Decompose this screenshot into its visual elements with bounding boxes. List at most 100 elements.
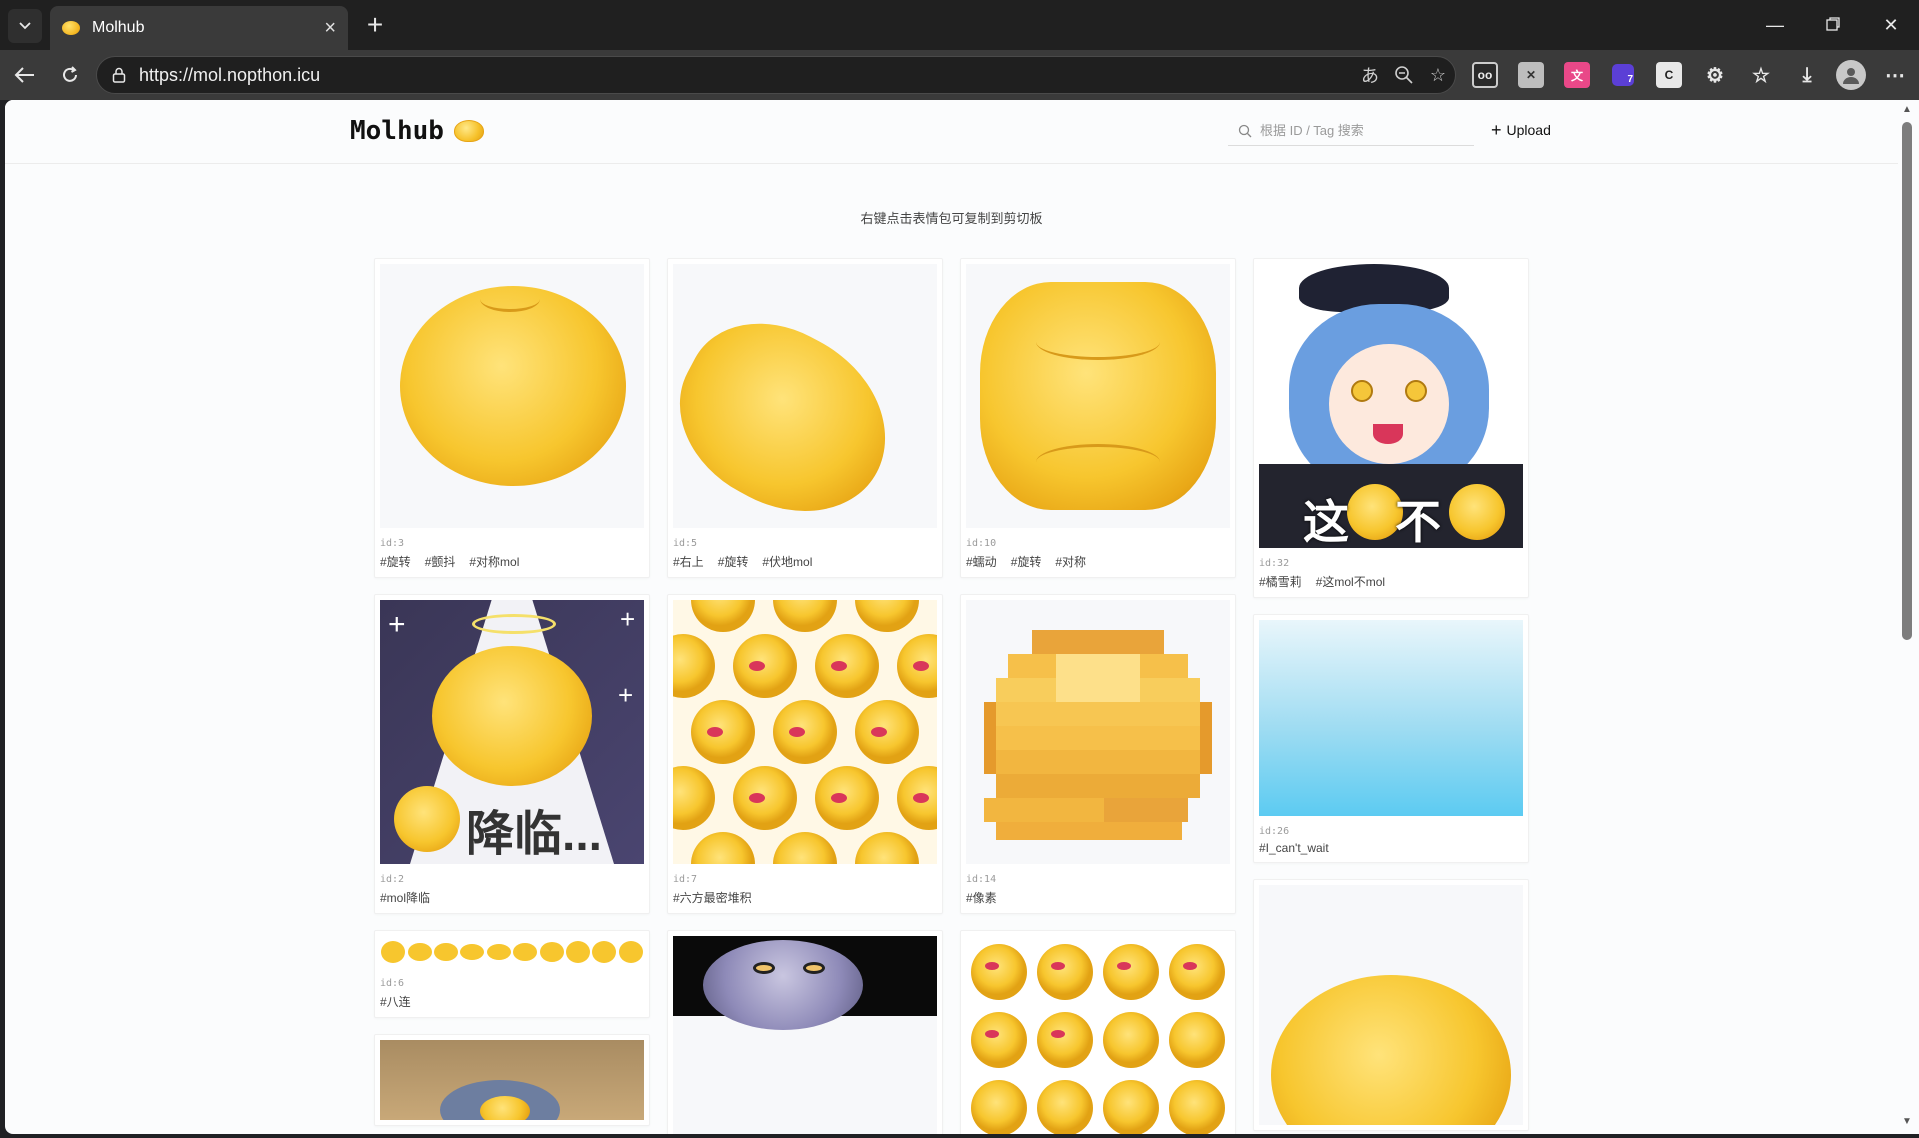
extension-translate-icon[interactable]: 文 (1564, 62, 1590, 88)
new-tab-button[interactable]: + (360, 11, 390, 41)
favorites-icon[interactable]: ☆ (1748, 62, 1774, 88)
tag-list: #旋转 #颤抖 #对称mol (380, 553, 644, 570)
plus-icon: + (1491, 120, 1502, 140)
tag-list: #八连 (380, 993, 644, 1010)
meme-card[interactable]: + + + 降临... id:2 #mol降临 (374, 594, 650, 914)
extension-reader-icon[interactable]: oo (1472, 62, 1498, 88)
extension-c-icon[interactable]: C (1656, 62, 1682, 88)
meme-card[interactable] (1253, 879, 1529, 1131)
tag[interactable]: #橘雪莉 (1259, 573, 1302, 590)
meme-image[interactable] (673, 600, 937, 864)
tag[interactable]: #这mol不mol (1316, 573, 1385, 590)
meme-card[interactable]: id:14 #像素 (960, 594, 1236, 914)
page-viewport: Molhub + Upload 右键点击表情包可复制到剪切板 id:3 #旋转 … (5, 100, 1898, 1134)
tag[interactable]: #mol降临 (380, 889, 430, 906)
tag[interactable]: #颤抖 (425, 553, 456, 570)
meme-image[interactable] (1259, 885, 1523, 1125)
scroll-up-arrow-icon[interactable]: ▲ (1900, 104, 1914, 118)
meme-image[interactable] (1259, 620, 1523, 816)
active-tab[interactable]: Molhub × (50, 6, 348, 50)
tag-list: #蠕动 #旋转 #对称 (966, 553, 1230, 570)
mol-logo-icon (453, 120, 484, 142)
meme-id: id:32 (1259, 558, 1290, 569)
meme-card[interactable]: id:7 #六方最密堆积 (667, 594, 943, 914)
zoom-out-icon[interactable] (1387, 60, 1421, 90)
logo-text: Molhub (350, 116, 444, 146)
tag[interactable]: #对称 (1055, 553, 1086, 570)
meme-image[interactable] (673, 936, 937, 1134)
translate-icon[interactable]: あ (1353, 60, 1387, 90)
lock-icon[interactable] (109, 65, 129, 85)
search-icon (1238, 124, 1252, 137)
tag[interactable]: #右上 (673, 553, 704, 570)
tag[interactable]: #对称mol (469, 553, 519, 570)
chevron-down-icon (19, 22, 31, 30)
scroll-down-arrow-icon[interactable]: ▼ (1900, 1116, 1914, 1130)
search-input[interactable] (1260, 123, 1460, 138)
meme-id: id:26 (1259, 826, 1290, 837)
tag[interactable]: #八连 (380, 993, 411, 1010)
tag-list: #右上 #旋转 #伏地mol (673, 553, 937, 570)
tag[interactable]: #旋转 (1011, 553, 1042, 570)
meme-image[interactable] (673, 264, 937, 528)
close-window-button[interactable]: ✕ (1876, 10, 1906, 40)
extension-badge-icon[interactable]: 7 (1610, 62, 1636, 88)
tag-list: #六方最密堆积 (673, 889, 937, 906)
restore-icon (1826, 17, 1840, 31)
meme-image[interactable] (380, 936, 644, 968)
back-button[interactable] (10, 60, 40, 90)
meme-card[interactable]: id:10 #蠕动 #旋转 #对称 (960, 258, 1236, 578)
meme-card[interactable] (667, 930, 943, 1134)
restore-button[interactable] (1818, 10, 1848, 40)
gallery-column-2: id:5 #右上 #旋转 #伏地mol id:7 #六方最密堆积 (667, 258, 943, 1134)
address-bar[interactable]: https://mol.nopthon.icu あ ☆ (96, 56, 1456, 94)
reload-button[interactable] (55, 60, 85, 90)
extensions-puzzle-icon[interactable]: ⚙ (1702, 62, 1728, 88)
close-tab-icon[interactable]: × (324, 18, 336, 38)
search-box[interactable] (1228, 116, 1474, 146)
tag[interactable]: #六方最密堆积 (673, 889, 752, 906)
tag-list: #像素 (966, 889, 1230, 906)
meme-id: id:2 (380, 874, 405, 885)
tag[interactable]: #旋转 (718, 553, 749, 570)
tag[interactable]: #蠕动 (966, 553, 997, 570)
tag[interactable]: #旋转 (380, 553, 411, 570)
meme-image[interactable] (380, 1040, 644, 1120)
meme-card[interactable] (374, 1034, 650, 1126)
meme-image[interactable] (380, 264, 644, 528)
meme-card[interactable]: id:5 #右上 #旋转 #伏地mol (667, 258, 943, 578)
url-text[interactable]: https://mol.nopthon.icu (139, 65, 1353, 86)
extension-x-icon[interactable]: ✕ (1518, 62, 1544, 88)
more-menu-icon[interactable]: ⋯ (1882, 62, 1908, 88)
tag-list: #橘雪莉 #这mol不mol (1259, 573, 1523, 590)
meme-card[interactable]: id:3 #旋转 #颤抖 #对称mol (374, 258, 650, 578)
meme-card[interactable]: 这不 id:32 #橘雪莉 #这mol不mol (1253, 258, 1529, 598)
meme-id: id:5 (673, 538, 698, 549)
tag[interactable]: #像素 (966, 889, 997, 906)
mol-favicon-icon (62, 21, 80, 35)
meme-id: id:14 (966, 874, 997, 885)
tab-list-dropdown-button[interactable] (8, 9, 42, 43)
meme-image[interactable] (966, 600, 1230, 864)
gallery-column-3: id:10 #蠕动 #旋转 #对称 id:14 #像素 (960, 258, 1236, 1134)
arrow-left-icon (14, 67, 34, 83)
meme-card[interactable]: id:26 #I_can't_wait (1253, 614, 1529, 863)
scrollbar-thumb[interactable] (1902, 122, 1912, 640)
meme-image[interactable]: + + + 降临... (380, 600, 644, 864)
meme-card[interactable]: id:6 #八连 (374, 930, 650, 1018)
tag[interactable]: #I_can't_wait (1259, 841, 1329, 855)
meme-image[interactable]: 这不 (1259, 264, 1523, 548)
meme-card[interactable] (960, 930, 1236, 1134)
meme-caption: 降临... (466, 808, 603, 861)
meme-image[interactable] (966, 936, 1230, 1134)
meme-image[interactable] (966, 264, 1230, 528)
reload-icon (63, 66, 77, 82)
upload-button[interactable]: + Upload (1491, 120, 1551, 140)
tag[interactable]: #伏地mol (762, 553, 812, 570)
site-logo[interactable]: Molhub (350, 116, 484, 146)
downloads-icon[interactable]: ⤓ (1794, 62, 1820, 88)
favorite-star-icon[interactable]: ☆ (1421, 60, 1455, 90)
profile-avatar[interactable] (1836, 60, 1866, 90)
tab-title: Molhub (92, 19, 145, 36)
minimize-button[interactable]: — (1760, 10, 1790, 40)
